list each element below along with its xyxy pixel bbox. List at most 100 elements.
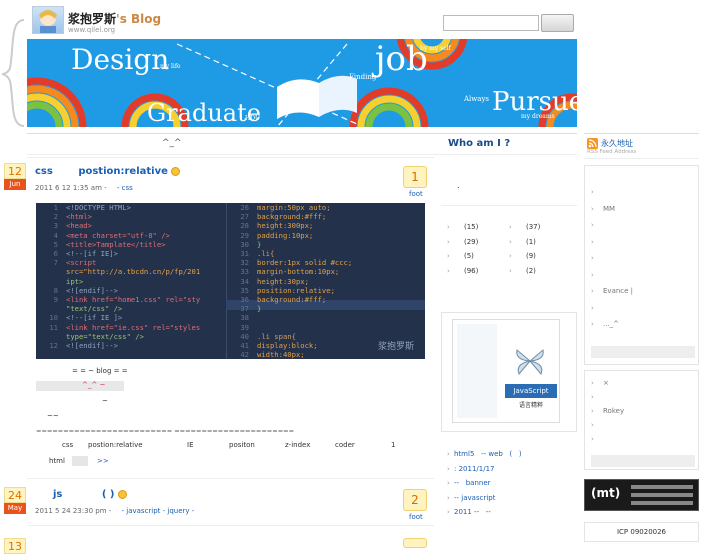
bullet-icon: › — [447, 450, 450, 458]
bullet-icon: › — [447, 479, 450, 487]
right-panel: › › MM › › › › › Evance | › › ..._^ — [584, 165, 699, 365]
code-line: 37} — [227, 304, 261, 313]
whoami-title: Who am I ? — [448, 138, 511, 149]
line-number: 26 — [240, 203, 249, 212]
line-number: 33 — [240, 267, 249, 277]
bullet-icon: › — [591, 204, 594, 213]
post-date: 13 — [4, 538, 26, 554]
code-right-pane: 26 margin:50px auto; 27 background:#fff; 28 h… — [227, 203, 425, 359]
banner-graduate: Graduate — [147, 99, 261, 127]
search-input[interactable] — [443, 15, 539, 31]
recent-post-link[interactable]: 2011 -- -- — [454, 508, 491, 516]
butterfly-icon — [516, 349, 544, 375]
bullet-icon: › — [591, 287, 594, 295]
code-line: 6 <!--[if IE]> — [36, 249, 118, 258]
comment-foot-link[interactable]: foot — [409, 513, 423, 521]
category-count[interactable]: (37) — [526, 223, 540, 231]
category-count[interactable]: (96) — [464, 267, 478, 275]
category-count[interactable]: (15) — [464, 223, 478, 231]
friend-link[interactable]: × — [603, 379, 609, 387]
comment-foot-link[interactable]: foot — [409, 190, 423, 198]
category-count[interactable]: (1) — [526, 238, 536, 246]
friend-link[interactable]: Evance | — [603, 287, 633, 295]
site-title[interactable]: 浆抱罗斯's Blog — [68, 10, 161, 27]
bullet-icon: › — [447, 508, 450, 516]
friend-link[interactable]: Rokey — [603, 407, 624, 415]
code-text: margin-bottom:10px; — [257, 267, 340, 277]
read-more-link[interactable]: >> — [97, 457, 109, 465]
post-tag-link[interactable]: - javascript - jquery - — [122, 507, 195, 515]
bullet-icon: › — [591, 270, 594, 279]
code-screenshot: 1 <!DOCTYPE HTML> 2 <html> 3 <head> 4 <meta cha… — [36, 203, 425, 359]
post-day: 13 — [4, 538, 26, 554]
rss-icon[interactable] — [587, 138, 598, 149]
book-cover[interactable]: JavaScript 语言精粹 — [452, 319, 560, 423]
category-count[interactable]: (29) — [464, 238, 478, 246]
category-count[interactable]: (2) — [526, 267, 536, 275]
recent-post-link[interactable]: : 2011/1/17 — [454, 465, 494, 473]
line-number: 30 — [240, 239, 249, 249]
code-text: <!DOCTYPE HTML> — [66, 203, 131, 212]
post-month: May — [4, 503, 26, 514]
keyword: positon — [229, 441, 255, 449]
recent-post-link[interactable]: -- javascript — [454, 494, 495, 502]
line-number: 8 — [53, 285, 58, 295]
code-text: width:40px; — [257, 350, 305, 359]
bullet-icon: › — [591, 421, 594, 429]
code-line: 33 margin-bottom:10px; — [227, 267, 339, 276]
bullet-icon: › — [447, 266, 450, 275]
comment-count[interactable]: 1 — [403, 166, 427, 188]
line-number: 2 — [53, 212, 58, 222]
post-title[interactable]: css postion:relative — [35, 166, 181, 177]
recent-post-link[interactable]: -- banner — [454, 479, 491, 487]
bullet-icon: › — [509, 223, 512, 231]
avatar-logo[interactable] — [32, 6, 64, 34]
recent-post-link[interactable]: html5 -- web ( ) — [454, 450, 522, 458]
line-number: 38 — [240, 313, 249, 323]
code-line: 39 — [227, 323, 257, 332]
keyword: css — [62, 441, 74, 449]
line-number: 9 — [53, 295, 58, 304]
post-date: 24 May — [4, 487, 26, 514]
hosting-badge[interactable]: (mt) — [584, 479, 699, 511]
friend-link[interactable]: MM — [603, 205, 615, 213]
search-button[interactable] — [541, 14, 574, 32]
site-title-suffix: 's Blog — [116, 12, 162, 26]
code-line: 35 position:relative; — [227, 286, 335, 295]
rss-link[interactable]: 永久地址 — [601, 138, 633, 149]
comment-count[interactable]: 2 — [403, 489, 427, 511]
bullet-icon: › — [509, 266, 512, 275]
bullet-icon: › — [591, 221, 594, 229]
code-line: 3 <head> — [36, 221, 92, 230]
code-line: "text/css" /> — [36, 304, 122, 313]
code-line: 7 <script — [36, 258, 97, 267]
post-day: 12 — [4, 163, 26, 179]
divider — [27, 157, 434, 158]
category-count[interactable]: (5) — [464, 252, 474, 260]
post-title[interactable]: js ( ) — [53, 489, 127, 500]
line-number: 31 — [240, 249, 249, 258]
bullet-icon: › — [447, 223, 450, 231]
divider — [27, 525, 434, 526]
banner-byself: by my self — [420, 45, 451, 52]
code-line: 34 height:30px; — [227, 277, 309, 286]
friend-link[interactable]: ..._^ — [603, 320, 619, 328]
icp-text: ICP 09020026 — [584, 522, 699, 542]
bullet-icon: › — [591, 303, 594, 312]
code-line: 26 margin:50px auto; — [227, 203, 331, 212]
comment-count[interactable] — [403, 538, 427, 548]
right-panel-2: › × › › Rokey › › — [584, 370, 699, 470]
post-title-part: js — [53, 489, 63, 500]
bullet-icon: › — [591, 435, 594, 443]
post-title-part: css — [35, 166, 53, 177]
code-line: 38 — [227, 313, 257, 322]
code-line: 5 <title>Tamplate</title> — [36, 240, 166, 249]
line-number: 6 — [53, 249, 58, 258]
whoami-text: . — [457, 181, 460, 190]
banner-always: Always — [464, 95, 490, 103]
bullet-icon: › — [591, 407, 594, 415]
post-tag-link[interactable]: - css — [117, 184, 133, 192]
post-month: Jun — [4, 179, 26, 190]
code-text: margin:50px auto; — [257, 203, 331, 212]
category-count[interactable]: (9) — [526, 252, 536, 260]
